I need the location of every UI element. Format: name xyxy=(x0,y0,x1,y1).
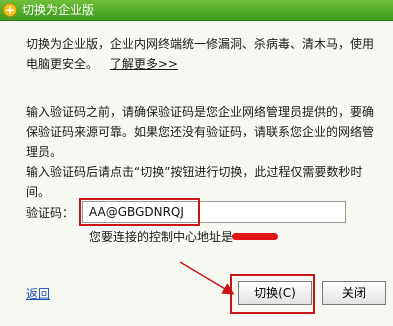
verification-code-label: 验证码： xyxy=(26,206,75,220)
title-bar: + 切换为企业版 xyxy=(0,0,393,21)
instructions-line-2: 输入验证码后请点击“切换”按钮进行切换，此过程仅需要数秒时间。 xyxy=(26,165,363,199)
instructions-text: 输入验证码之前，请确保验证码是您企业网络管理员提供的，要确保验证码来源可靠。如果… xyxy=(26,102,376,202)
learn-more-link[interactable]: 了解更多>> xyxy=(110,57,178,71)
back-link[interactable]: 返回 xyxy=(26,286,50,302)
intro-text: 切换为企业版，企业内网终端统一修漏洞、杀病毒、清木马，使用电脑更安全。 了解更多… xyxy=(26,34,376,74)
intro-description: 切换为企业版，企业内网终端统一修漏洞、杀病毒、清木马，使用电脑更安全。 xyxy=(26,37,375,71)
switch-button[interactable]: 切换(C) xyxy=(238,281,312,305)
control-center-address-label: 您要连接的控制中心地址是 xyxy=(89,230,234,244)
switch-button-label: 切换 xyxy=(254,286,279,300)
switch-button-shortcut: (C) xyxy=(278,286,296,300)
window-title: 切换为企业版 xyxy=(22,3,95,17)
add-icon: + xyxy=(3,3,17,17)
close-button[interactable]: 关闭 xyxy=(322,281,386,305)
instructions-line-1: 输入验证码之前，请确保验证码是您企业网络管理员提供的，要确保验证码来源可靠。如果… xyxy=(26,105,375,159)
redacted-address-mark xyxy=(232,233,278,240)
verification-code-input[interactable] xyxy=(82,201,346,223)
